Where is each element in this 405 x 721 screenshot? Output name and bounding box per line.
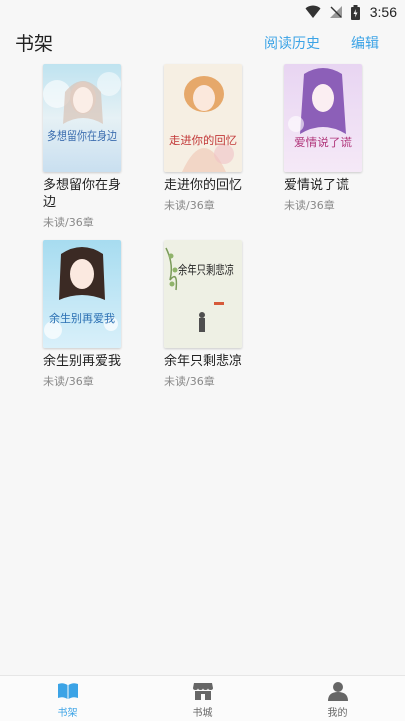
book-cover[interactable]: 余年只剩悲凉 [164,240,242,348]
app-header: 书架 阅读历史 编辑 [0,24,405,58]
book-progress: 未读/36章 [284,199,335,212]
book-open-icon [57,681,79,701]
book-item[interactable]: 爱情说了谎 爱情说了谎 未读/36章 [284,64,380,213]
nav-label: 书架 [57,708,78,719]
book-item[interactable]: 多想留你在身边 多想留你在身边 未读/36章 [43,64,139,230]
book-item[interactable]: 余生别再爱我 余生别再爱我 未读/36章 [43,240,139,389]
nav-mine[interactable]: 我的 [270,676,405,721]
book-title: 爱情说了谎 [284,178,350,193]
edit-link[interactable]: 编辑 [351,33,379,53]
book-cover[interactable]: 余生别再爱我 [43,240,121,348]
book-progress: 未读/36章 [43,375,94,388]
book-title: 余年只剩悲凉 [164,354,243,369]
cover-title-art: 多想留你在身边 [47,128,117,143]
cover-title-art: 爱情说了谎 [294,135,352,149]
book-title: 走进你的回忆 [164,178,243,193]
no-signal-icon [329,5,343,19]
store-icon [192,681,214,701]
book-progress: 未读/36章 [164,375,215,388]
cover-title-art: 余年只剩悲凉 [178,262,234,277]
nav-label: 书城 [192,708,213,719]
reading-history-link[interactable]: 阅读历史 [264,33,320,53]
cover-title-art: 余生别再爱我 [49,311,115,325]
status-time: 3:56 [369,4,397,20]
wifi-icon [305,5,321,19]
nav-bookstore[interactable]: 书城 [135,676,270,721]
book-progress: 未读/36章 [164,199,215,212]
book-cover[interactable]: 多想留你在身边 [43,64,121,172]
nav-label: 我的 [327,708,348,719]
book-item[interactable]: 余年只剩悲凉 余年只剩悲凉 未读/36章 [164,240,260,389]
bottom-nav: 书架 书城 我的 [0,675,405,721]
nav-bookshelf[interactable]: 书架 [0,676,135,721]
book-progress: 未读/36章 [43,216,94,229]
person-icon [327,681,349,701]
battery-icon [350,4,360,20]
book-cover[interactable]: 走进你的回忆 [164,64,242,172]
page-title: 书架 [15,33,54,55]
book-item[interactable]: 走进你的回忆 走进你的回忆 未读/36章 [164,64,260,213]
cover-title-art: 走进你的回忆 [169,133,237,147]
book-cover[interactable]: 爱情说了谎 [284,64,362,172]
book-title: 多想留你在身边 [43,178,122,210]
status-bar: 3:56 [0,0,405,24]
book-title: 余生别再爱我 [43,354,122,369]
